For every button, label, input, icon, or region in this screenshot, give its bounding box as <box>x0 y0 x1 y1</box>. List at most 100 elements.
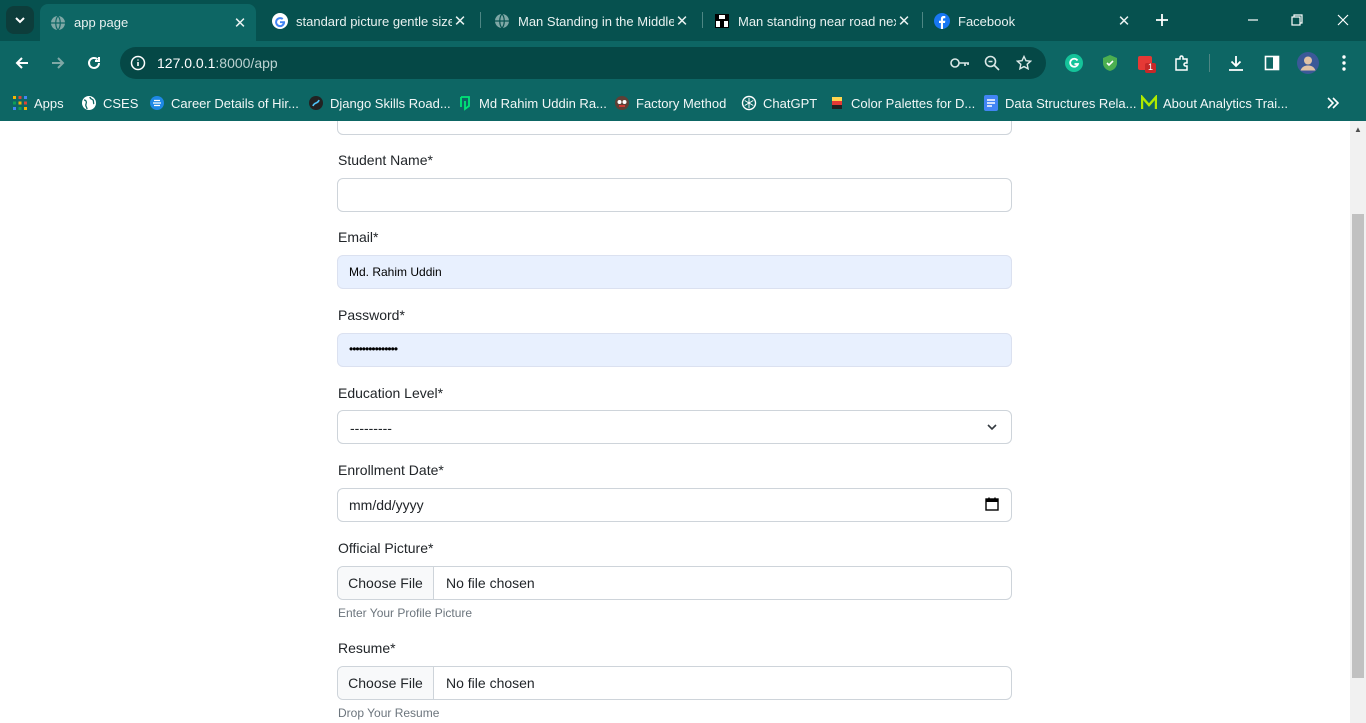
analytics-m-icon <box>1141 95 1157 111</box>
education-level-label: Education Level* <box>338 385 444 401</box>
file-status: No file chosen <box>446 675 535 691</box>
email-value: Md. Rahim Uddin <box>349 265 442 279</box>
puzzle-icon[interactable] <box>1171 52 1193 74</box>
enrollment-date-placeholder: mm/dd/yyyy <box>349 497 424 513</box>
extension-badge-icon[interactable]: 1 <box>1135 52 1157 74</box>
close-icon[interactable]: ✕ <box>674 13 690 30</box>
facebook-icon <box>934 13 950 29</box>
official-picture-help: Enter Your Profile Picture <box>338 606 473 620</box>
enrollment-date-input[interactable]: mm/dd/yyyy <box>337 488 1012 522</box>
bookmarks-bar: Apps CSES Career Details of Hir... Djang… <box>0 85 1366 121</box>
url-path: :8000/app <box>215 55 278 71</box>
back-button[interactable] <box>8 49 36 77</box>
forward-button[interactable] <box>44 49 72 77</box>
bookmark-label: Factory Method <box>636 95 727 111</box>
tab-title: app page <box>74 15 129 30</box>
student-name-input[interactable] <box>337 178 1012 212</box>
download-icon[interactable] <box>1225 52 1247 74</box>
password-value: ••••••••••••••• <box>349 342 398 356</box>
side-panel-icon[interactable] <box>1261 52 1283 74</box>
official-picture-label: Official Picture* <box>338 540 434 556</box>
student-name-label: Student Name* <box>338 152 433 168</box>
tab-google-search[interactable]: standard picture gentle size ✕ <box>262 5 476 37</box>
scrollbar-thumb[interactable] <box>1352 214 1364 678</box>
bookmark-md-rahim[interactable]: Md Rahim Uddin Ra... <box>457 92 607 114</box>
reload-button[interactable] <box>80 49 108 77</box>
password-label: Password* <box>338 307 405 323</box>
toolbar-separator <box>1209 54 1210 72</box>
close-icon[interactable]: ✕ <box>896 13 912 30</box>
globe-icon <box>81 95 97 111</box>
tab-strip: app page ✕ standard picture gentle size … <box>0 0 1366 41</box>
tab-man-near-road[interactable]: Man standing near road nex ✕ <box>704 5 920 37</box>
refactoring-icon <box>614 95 630 111</box>
file-status: No file chosen <box>446 575 535 591</box>
zoom-icon[interactable] <box>982 53 1002 73</box>
bookmark-label: About Analytics Trai... <box>1163 95 1289 111</box>
unsplash-icon <box>714 13 730 29</box>
bookmark-cses[interactable]: CSES <box>81 92 138 114</box>
bookmark-about-analytics[interactable]: About Analytics Trai... <box>1141 92 1288 114</box>
bookmark-label: CSES <box>103 95 139 111</box>
plus-icon <box>1156 14 1168 26</box>
resume-input[interactable]: Choose File No file chosen <box>337 666 1012 700</box>
bookmark-star-icon[interactable] <box>1014 53 1034 73</box>
password-input[interactable]: ••••••••••••••• <box>337 333 1012 367</box>
url-text: 127.0.0.1:8000/app <box>157 55 278 71</box>
grammarly-icon[interactable] <box>1063 52 1085 74</box>
tab-app-page[interactable]: app page ✕ <box>40 4 256 41</box>
globe-icon <box>494 13 510 29</box>
close-window-button[interactable] <box>1331 8 1355 32</box>
arrow-right-icon <box>52 57 65 69</box>
bookmark-django-skills[interactable]: Django Skills Road... <box>308 92 451 114</box>
bookmark-chatgpt[interactable]: ChatGPT <box>741 92 817 114</box>
calendar-icon[interactable] <box>985 497 999 511</box>
reload-icon <box>88 56 100 69</box>
bookmark-color-palettes[interactable]: Color Palettes for D... <box>829 92 975 114</box>
arrow-left-icon <box>15 57 28 69</box>
education-level-value: --------- <box>350 420 392 436</box>
bookmark-data-structures[interactable]: Data Structures Rela... <box>983 92 1137 114</box>
choose-file-button[interactable]: Choose File <box>338 567 434 599</box>
close-icon[interactable]: ✕ <box>232 15 248 32</box>
enrollment-date-label: Enrollment Date* <box>338 462 444 478</box>
email-input[interactable]: Md. Rahim Uddin <box>337 255 1012 289</box>
tab-search-button[interactable] <box>6 6 34 34</box>
minimize-icon <box>1248 19 1258 21</box>
address-bar[interactable]: 127.0.0.1:8000/app <box>120 47 1046 79</box>
tab-title: Facebook <box>958 13 1016 29</box>
education-level-select[interactable]: --------- <box>337 410 1012 444</box>
new-tab-button[interactable] <box>1150 8 1174 32</box>
tab-separator <box>702 12 703 28</box>
tab-man-standing-middle[interactable]: Man Standing in the Middle ✕ <box>484 5 698 37</box>
close-icon[interactable]: ✕ <box>1116 13 1132 30</box>
bookmark-apps[interactable]: Apps <box>12 92 64 114</box>
chevron-down-icon <box>987 424 997 431</box>
chatgpt-icon <box>741 95 757 111</box>
globe-icon <box>50 15 66 31</box>
bookmark-career-details[interactable]: Career Details of Hir... <box>149 92 299 114</box>
previous-field[interactable] <box>337 121 1012 135</box>
url-host: 127.0.0.1 <box>157 55 216 71</box>
minimize-button[interactable] <box>1241 8 1265 32</box>
browser-toolbar: 127.0.0.1:8000/app <box>0 41 1366 85</box>
tab-separator <box>480 12 481 28</box>
bookmark-factory-method[interactable]: Factory Method <box>614 92 726 114</box>
choose-file-button[interactable]: Choose File <box>338 667 434 699</box>
profile-avatar-icon[interactable] <box>1297 52 1319 74</box>
official-picture-input[interactable]: Choose File No file chosen <box>337 566 1012 600</box>
menu-kebab-icon[interactable] <box>1333 52 1355 74</box>
shield-icon[interactable] <box>1099 52 1121 74</box>
tab-facebook[interactable]: Facebook ✕ <box>924 5 1140 37</box>
bookmark-label: Data Structures Rela... <box>1005 95 1137 111</box>
double-chevron-right-icon <box>1327 97 1340 109</box>
profile-site-icon <box>457 95 473 111</box>
scroll-up-arrow-icon[interactable]: ▲ <box>1353 124 1363 134</box>
password-key-icon[interactable] <box>950 53 970 73</box>
close-icon[interactable]: ✕ <box>452 13 468 30</box>
bookmarks-overflow-button[interactable] <box>1326 92 1340 114</box>
restore-button[interactable] <box>1285 8 1309 32</box>
tab-title: Man Standing in the Middle <box>518 13 674 29</box>
site-info-icon[interactable] <box>128 53 148 73</box>
email-label: Email* <box>338 229 379 245</box>
